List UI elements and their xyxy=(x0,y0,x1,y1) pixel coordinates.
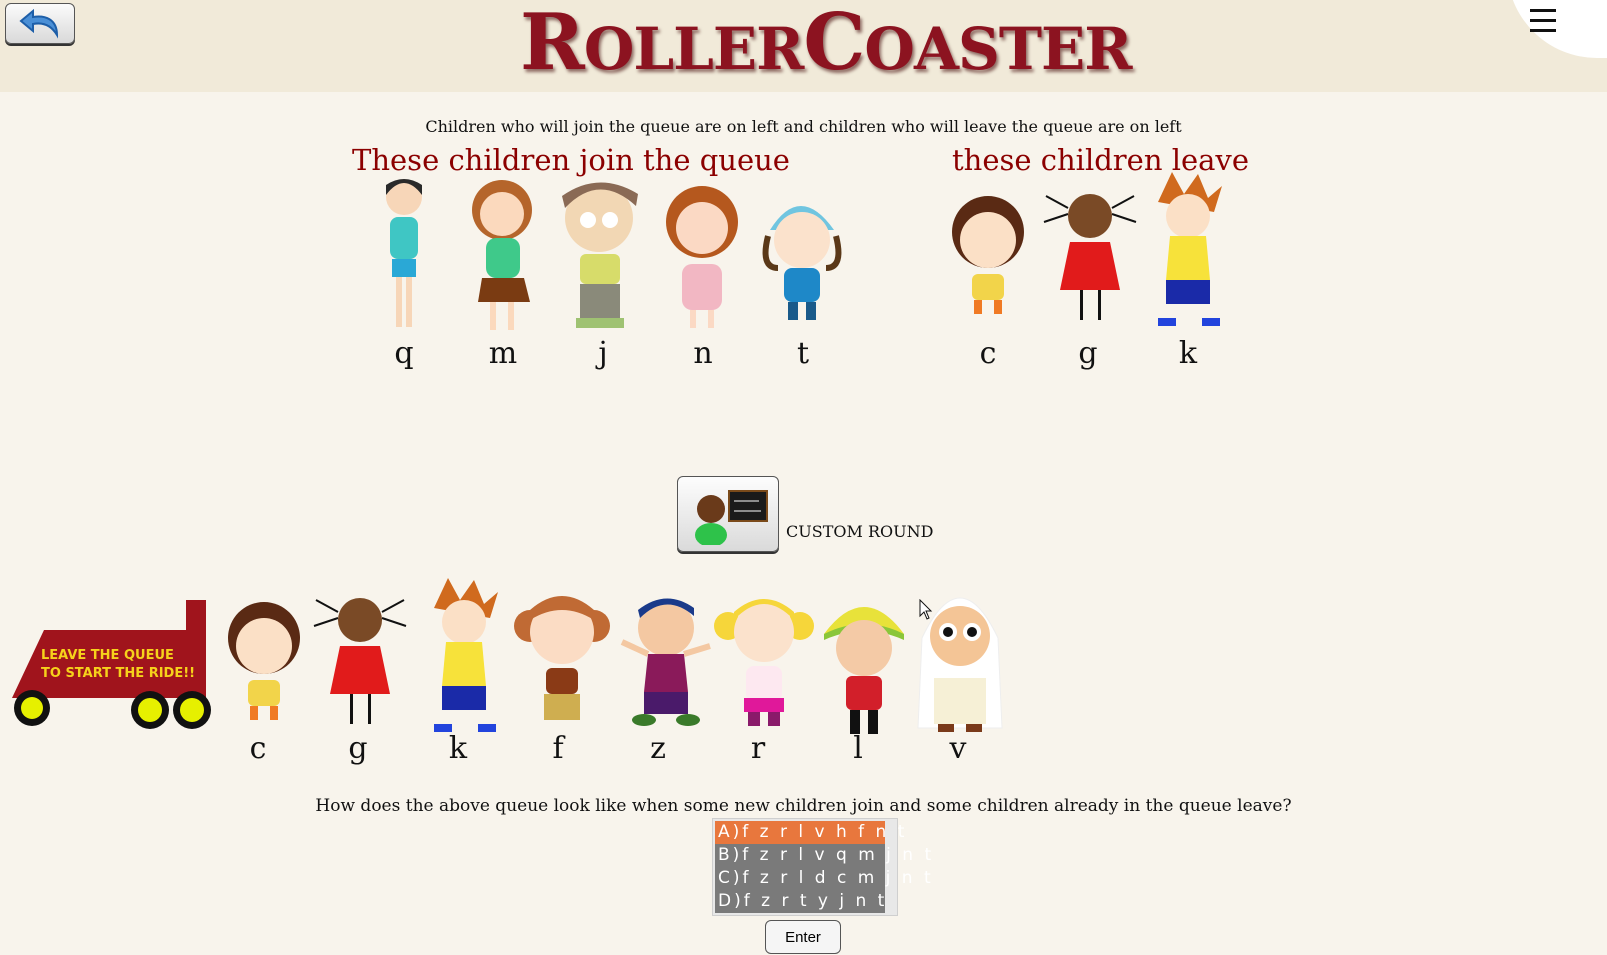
queue-child-l-figure xyxy=(824,607,904,734)
hamburger-menu-icon[interactable] xyxy=(1528,6,1558,36)
question-text: How does the above queue look like when … xyxy=(315,796,1292,816)
train-car xyxy=(12,600,211,729)
mouse-cursor-icon xyxy=(919,599,933,620)
instruction-text: Children who will join the queue are on … xyxy=(425,117,1182,136)
join-letter-j: j xyxy=(598,336,608,371)
child-m-figure xyxy=(472,180,532,330)
queue-letter-v: v xyxy=(949,731,967,766)
queue-child-g-figure xyxy=(313,598,407,724)
option-d[interactable]: D)f z r t y j n t xyxy=(715,890,885,913)
queue-child-z-figure xyxy=(620,598,711,726)
back-button[interactable] xyxy=(5,3,75,44)
leave-letter-k: k xyxy=(1178,336,1198,371)
queue-letter-g: g xyxy=(348,731,368,766)
join-group-title: These children join the queue xyxy=(352,143,790,177)
queue-child-f-figure xyxy=(514,596,610,720)
answer-options-list[interactable]: A)f z r l v h f n t B)f z r l v q m j n … xyxy=(712,818,931,916)
queue-letter-z: z xyxy=(650,731,666,766)
option-b[interactable]: B)f z r l v q m j n t xyxy=(715,844,931,867)
child-g-figure xyxy=(1043,194,1137,320)
option-a[interactable]: A)f z r l v h f n t xyxy=(715,821,904,844)
child-j-figure xyxy=(562,182,638,328)
queue-child-r-figure xyxy=(714,599,814,726)
child-t-figure xyxy=(762,206,842,320)
join-letter-n: n xyxy=(693,336,713,371)
leave-letter-g: g xyxy=(1078,336,1098,371)
train-sign-line2: TO START THE RIDE!! xyxy=(41,666,196,681)
queue-letter-l: l xyxy=(853,731,863,766)
join-letter-m: m xyxy=(488,336,518,371)
custom-round-button[interactable] xyxy=(677,476,779,552)
train-sign-line1: LEAVE THE QUEUE xyxy=(41,648,174,663)
queue-child-k-figure xyxy=(434,578,498,732)
child-c-figure xyxy=(952,196,1024,314)
queue-letter-r: r xyxy=(750,731,766,766)
queue-child-c-figure xyxy=(228,602,300,720)
queue-letter-k: k xyxy=(448,731,468,766)
custom-round-label: CUSTOM ROUND xyxy=(786,522,934,541)
join-letter-t: t xyxy=(796,336,810,371)
option-c[interactable]: C)f z r l d c m j n t xyxy=(715,867,931,890)
teacher-chalkboard-icon xyxy=(695,490,768,545)
rollercoaster-logo: ROLLERCOASTER xyxy=(520,0,1132,88)
queue-letter-f: f xyxy=(552,731,564,766)
join-letter-q: q xyxy=(394,336,414,371)
child-n-figure xyxy=(666,186,738,328)
back-arrow-icon xyxy=(19,9,59,39)
child-q-figure xyxy=(386,179,422,327)
queue-letter-c: c xyxy=(249,731,267,766)
enter-button[interactable]: Enter xyxy=(765,920,841,954)
leave-letter-c: c xyxy=(979,336,997,371)
child-k-figure xyxy=(1158,172,1222,326)
